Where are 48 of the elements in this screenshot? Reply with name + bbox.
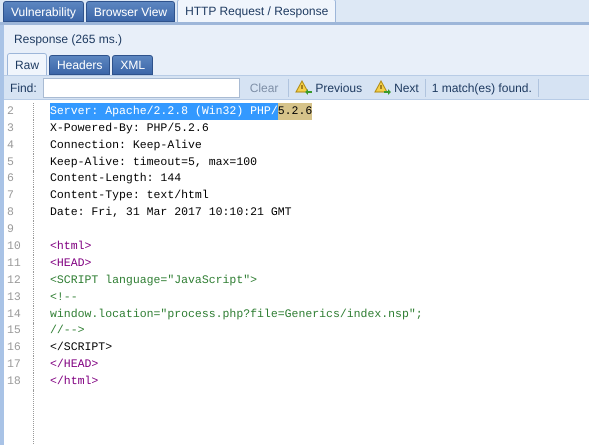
line-number: 18 [6, 374, 22, 390]
warning-back-arrow-icon [295, 80, 314, 96]
code-text: <SCRIPT language="JavaScript"> [50, 272, 258, 289]
code-text: <HEAD> [50, 256, 92, 272]
warning-forward-arrow-icon [374, 80, 392, 96]
line-number: 15 [6, 323, 22, 340]
tab[interactable]: XML [112, 55, 154, 75]
code-text: Connection: Keep-Alive [50, 138, 202, 154]
next-button[interactable]: Next [374, 78, 419, 96]
panel-title: Response (265 ms.) [14, 31, 122, 48]
line-number: 3 [6, 120, 15, 137]
line-number: 2 [6, 104, 15, 120]
find-field[interactable] [42, 78, 240, 98]
tab[interactable]: Headers [49, 55, 110, 75]
line-number: 13 [6, 290, 22, 306]
code-text: X-Powered-By: PHP/5.2.6 [50, 120, 209, 137]
line-number: 6 [6, 171, 15, 188]
code-text: Content-Length: 144 [50, 171, 182, 188]
code-text: Keep-Alive: timeout=5, max=100 [50, 154, 258, 170]
previous-button[interactable]: Previous [295, 78, 362, 96]
line-number: 11 [6, 256, 22, 272]
code-text: </SCRIPT> [50, 340, 112, 356]
tab[interactable]: Browser View [86, 1, 176, 22]
line-number: 10 [6, 238, 22, 255]
line-number: 4 [6, 138, 15, 154]
find-label: Find: [10, 80, 37, 96]
code-text: Server: Apache/2.2.8 (Win32) PHP/ [50, 102, 278, 120]
line-number: 5 [6, 154, 15, 170]
line-number: 16 [6, 340, 22, 356]
line-number: 8 [6, 205, 15, 222]
line-number: 9 [6, 222, 15, 238]
code-text: </html> [50, 374, 98, 390]
code-text: <html> [50, 238, 92, 255]
code-text: //--> [50, 323, 85, 340]
tab[interactable]: Raw [7, 53, 48, 75]
code-text: </HEAD> [50, 357, 98, 374]
code-text: Date: Fri, 31 Mar 2017 10:10:21 GMT [50, 205, 292, 222]
tab[interactable]: Vulnerability [3, 1, 84, 22]
code-text: Content-Type: text/html [50, 188, 209, 204]
line-number: 12 [6, 272, 22, 289]
match-status: 1 match(es) found. [432, 78, 539, 96]
code-text: 5.2.6 [278, 102, 312, 120]
line-number: 14 [6, 306, 22, 323]
line-number: 17 [6, 357, 22, 374]
code-text: <!-- [50, 290, 78, 306]
code-text: window.location="process.php?file=Generics/index.nsp"; [50, 306, 423, 323]
line-number: 7 [6, 188, 15, 204]
tab[interactable]: HTTP Request / Response [177, 0, 336, 22]
